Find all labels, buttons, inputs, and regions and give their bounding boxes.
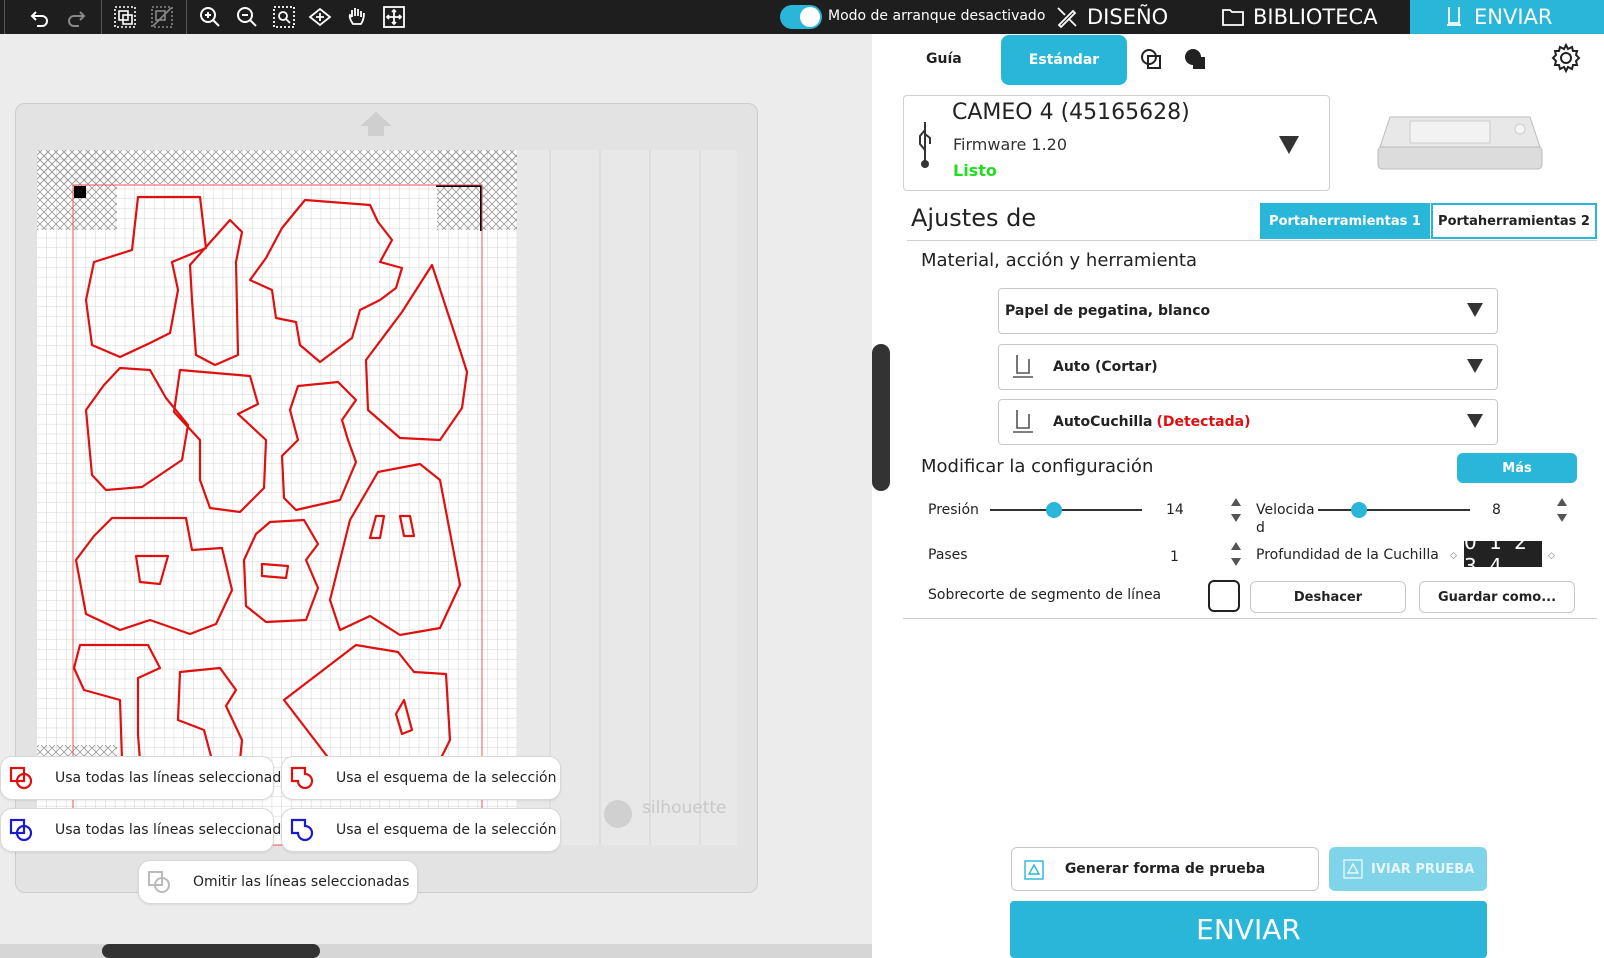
all-lines-blue-icon [9, 818, 33, 842]
action-value: Auto (Cortar) [1053, 359, 1158, 375]
tab-library[interactable]: BIBLIOTECA [1221, 0, 1378, 34]
tab-toolholder-1[interactable]: Portaherramientas 1 [1260, 203, 1430, 239]
pressure-slider-knob[interactable] [1045, 502, 1062, 518]
save-as-button[interactable]: Guardar como... [1419, 581, 1575, 613]
tab-design-label: DISEÑO [1087, 5, 1169, 29]
tool-value: AutoCuchilla [1053, 414, 1153, 430]
outline-red-icon [290, 766, 314, 790]
skip-lines-button[interactable]: Omitir las líneas seleccionadas [138, 860, 418, 904]
pressure-label: Presión [928, 502, 979, 518]
cutter-machine-image [1377, 116, 1543, 170]
overcut-label: Sobrecorte de segmento de línea [928, 587, 1162, 603]
speed-stepper[interactable] [1555, 496, 1569, 524]
tab-library-label: BIBLIOTECA [1253, 5, 1378, 29]
chevron-down-icon [1467, 303, 1483, 317]
passes-value: 1 [1170, 549, 1179, 565]
undo-button[interactable]: Deshacer [1250, 581, 1406, 613]
all-lines-red-icon [9, 766, 33, 790]
shapes-outline-icon[interactable] [1138, 46, 1166, 74]
pressure-value: 14 [1166, 502, 1184, 518]
generate-test-shape-label: Generar forma de prueba [1064, 861, 1266, 877]
folder-icon [1222, 9, 1244, 26]
outline-blue-icon [290, 818, 314, 842]
send-test-label: IVIAR PRUEBA [1371, 861, 1475, 877]
usb-icon [919, 122, 931, 168]
chevron-down-icon [1467, 414, 1483, 428]
firmware-version: Firmware 1.20 [953, 135, 1068, 154]
silhouette-logo-icon [604, 800, 632, 828]
blade-icon [1013, 410, 1033, 433]
use-outline-blue-button[interactable]: Usa el esquema de la selección [281, 808, 561, 852]
skip-lines-icon [148, 871, 170, 893]
settings-title: Ajustes de [911, 204, 1037, 232]
speed-label: Velocida [1256, 502, 1315, 518]
option-label: Usa todas las líneas seleccionadas [55, 770, 298, 786]
blade-depth-dial[interactable]: 0 1 2 3 4 [1464, 541, 1542, 567]
divider [907, 240, 1597, 241]
registration-mark [74, 186, 86, 198]
generate-test-shape-button[interactable]: Generar forma de prueba [1011, 847, 1319, 891]
depth-left-arrow-icon[interactable]: ◇ [1450, 551, 1457, 561]
feed-up-arrow-icon [360, 112, 392, 136]
shapes-filled-icon[interactable] [1182, 46, 1210, 74]
option-label: Usa el esquema de la selección [336, 770, 557, 786]
speed-label-wrap: d [1256, 520, 1265, 536]
tab-send[interactable]: ENVIAR [1410, 0, 1604, 34]
gear-icon[interactable] [1550, 42, 1582, 74]
chevron-down-icon[interactable] [1278, 135, 1300, 155]
pressure-stepper[interactable] [1229, 496, 1243, 524]
tool-select[interactable]: AutoCuchilla (Detectada) [998, 399, 1498, 445]
action-select[interactable]: Auto (Cortar) [998, 344, 1498, 390]
tab-design[interactable]: DISEÑO [1055, 0, 1168, 34]
send-test-button[interactable]: IVIAR PRUEBA [1329, 847, 1487, 891]
option-label: Usa el esquema de la selección [336, 822, 557, 838]
more-button[interactable]: Más [1457, 453, 1577, 483]
material-select[interactable]: Papel de pegatina, blanco [998, 288, 1498, 334]
tab-send-label: ENVIAR [1474, 5, 1553, 29]
chevron-down-icon [1467, 359, 1483, 373]
passes-label: Pases [928, 547, 968, 563]
use-outline-red-button[interactable]: Usa el esquema de la selección [281, 756, 561, 800]
use-all-lines-blue-button[interactable]: Usa todas las líneas seleccionadas [0, 808, 297, 852]
passes-stepper[interactable] [1229, 540, 1243, 568]
machine-status: Listo [953, 161, 997, 180]
speed-value: 8 [1492, 502, 1501, 518]
blade-depth-label: Profundidad de la Cuchilla [1256, 547, 1439, 563]
material-value: Papel de pegatina, blanco [1005, 303, 1211, 319]
depth-right-arrow-icon[interactable]: ◇ [1548, 551, 1555, 561]
tab-standard[interactable]: Estándar [1001, 35, 1127, 85]
speed-slider-knob[interactable] [1351, 502, 1368, 518]
material-section-title: Material, acción y herramienta [921, 250, 1198, 271]
blade-icon [1447, 7, 1461, 26]
send-button[interactable]: ENVIAR [1010, 901, 1487, 958]
tool-status: (Detectada) [1156, 414, 1251, 430]
tab-guide[interactable]: Guía [926, 51, 962, 67]
overcut-checkbox[interactable] [1208, 580, 1240, 612]
mat-brand-label: silhouette [642, 798, 727, 818]
pressure-slider[interactable] [990, 509, 1142, 511]
machine-name: CAMEO 4 (45165628) [952, 100, 1190, 125]
divider [903, 618, 1597, 619]
pencil-ruler-icon [1057, 7, 1077, 29]
vertical-scrollbar[interactable] [872, 344, 890, 491]
speed-slider[interactable] [1318, 509, 1470, 511]
blade-icon [1013, 355, 1033, 378]
option-label: Usa todas las líneas seleccionadas [55, 822, 298, 838]
panel-divider [872, 34, 891, 958]
test-shape-icon [1343, 859, 1363, 879]
option-label: Omitir las líneas seleccionadas [193, 874, 410, 890]
use-all-lines-red-button[interactable]: Usa todas las líneas seleccionadas [0, 756, 297, 800]
tab-toolholder-2[interactable]: Portaherramientas 2 [1431, 203, 1597, 239]
modify-settings-title: Modificar la configuración [921, 456, 1154, 477]
test-shape-icon [1024, 860, 1044, 880]
